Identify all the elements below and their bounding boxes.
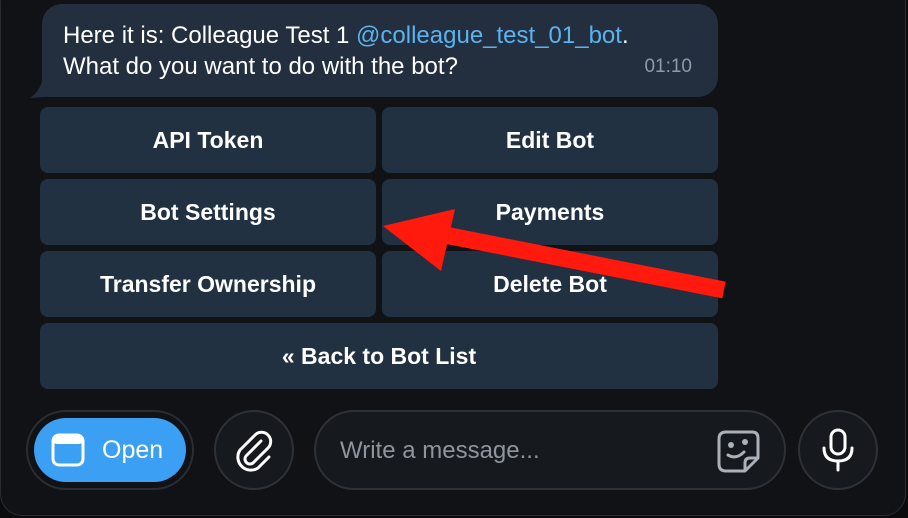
bot-mention-link[interactable]: @colleague_test_01_bot <box>356 22 622 49</box>
delete-bot-button[interactable]: Delete Bot <box>382 251 718 317</box>
edit-bot-button[interactable]: Edit Bot <box>382 107 718 173</box>
bot-settings-button[interactable]: Bot Settings <box>40 179 376 245</box>
api-token-button[interactable]: API Token <box>40 107 376 173</box>
message-timestamp: 01:10 <box>644 56 692 77</box>
voice-button[interactable] <box>798 410 878 490</box>
window-icon <box>51 433 85 467</box>
back-to-bot-list-button[interactable]: « Back to Bot List <box>40 323 718 389</box>
message-text: Here it is: Colleague Test 1 <box>63 22 357 49</box>
message-input[interactable]: Write a message... <box>314 410 786 490</box>
payments-button[interactable]: Payments <box>382 179 718 245</box>
message-punctuation: . <box>621 22 629 49</box>
message-line-1: Here it is: Colleague Test 1 @colleague_… <box>63 20 696 51</box>
transfer-ownership-button[interactable]: Transfer Ownership <box>40 251 376 317</box>
open-app-pill[interactable]: Open <box>34 418 186 482</box>
sticker-face-icon[interactable] <box>712 425 764 477</box>
composer-bar: Open Write a message... <box>0 404 908 504</box>
message-input-placeholder: Write a message... <box>340 437 540 464</box>
bot-message-bubble: Here it is: Colleague Test 1 @colleague_… <box>42 4 718 97</box>
message-line-2: What do you want to do with the bot? <box>63 53 458 80</box>
open-app-button[interactable]: Open <box>26 410 194 490</box>
microphone-icon <box>822 428 854 472</box>
paperclip-icon <box>236 430 273 472</box>
attach-button[interactable] <box>214 410 294 490</box>
open-app-label: Open <box>102 435 164 464</box>
